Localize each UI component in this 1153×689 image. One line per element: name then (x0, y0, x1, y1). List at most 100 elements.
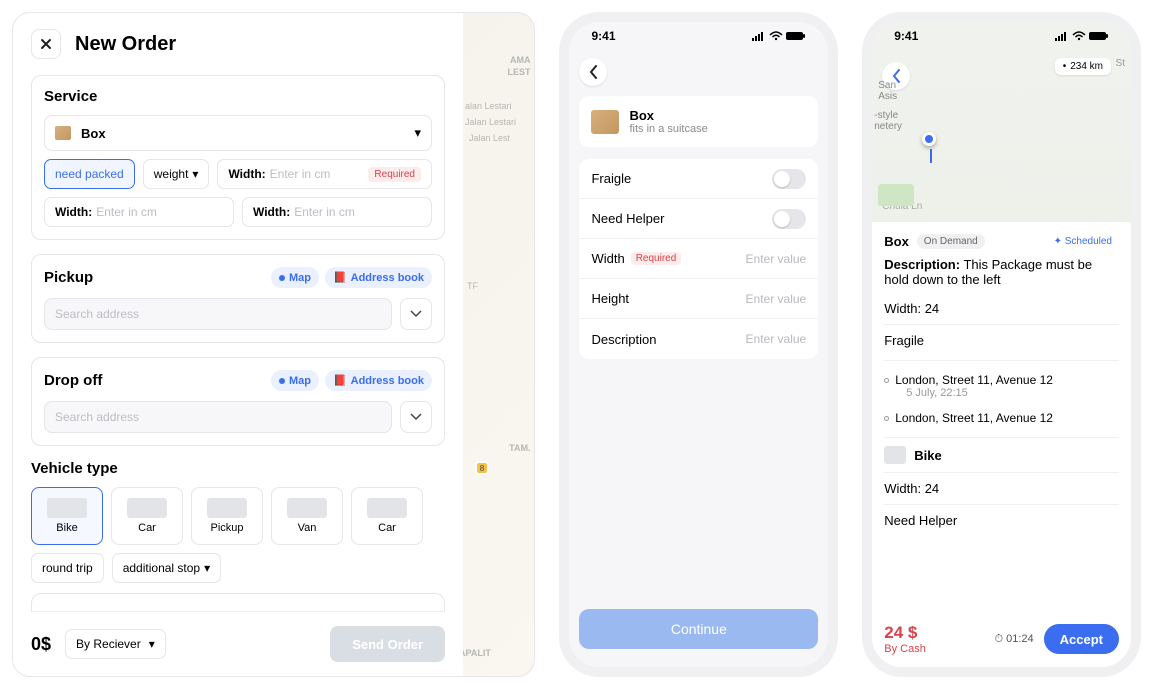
dropoff-expand-button[interactable] (400, 401, 432, 433)
phone-order-detail: 9:41 • 234 km St San Asis -style netery … (862, 12, 1141, 677)
order-form: New Order Service Box ▾ need packed weig… (13, 13, 463, 676)
dropoff-search-input[interactable]: Search address (44, 401, 392, 433)
box-subtitle: fits in a suitcase (629, 123, 707, 135)
chevron-down-icon: ▾ (204, 561, 210, 575)
vehicle-car-2[interactable]: Car (351, 487, 423, 545)
status-bar: 9:41 (569, 22, 828, 50)
vehicle-car[interactable]: Car (111, 487, 183, 545)
distance-badge: • 234 km (1055, 58, 1111, 75)
pickup-heading: Pickup (44, 269, 93, 286)
signal-icon (752, 31, 766, 41)
pickup-search-input[interactable]: Search address (44, 298, 392, 330)
stopwatch-icon: ⏱ (995, 633, 1004, 646)
accept-button[interactable]: Accept (1044, 624, 1119, 654)
status-icons (752, 31, 806, 41)
width-row[interactable]: Width Required Enter value (579, 239, 818, 279)
payment-method: By Cash (884, 643, 926, 655)
payer-select[interactable]: By Reciever ▾ (65, 629, 166, 659)
wifi-icon (1072, 31, 1086, 41)
on-demand-tag: On Demand (917, 234, 985, 249)
description-row[interactable]: Description Enter value (579, 319, 818, 359)
vehicle-width-line: Width: 24 (884, 473, 1119, 505)
chevron-left-icon (589, 65, 598, 79)
map-label: -style netery (874, 110, 902, 132)
need-packed-chip[interactable]: need packed (44, 159, 135, 189)
new-order-panel: New Order Service Box ▾ need packed weig… (12, 12, 535, 677)
total-price: 0$ (31, 634, 51, 655)
vehicle-van[interactable]: Van (271, 487, 343, 545)
chevron-down-icon: ▾ (192, 167, 198, 181)
pickup-address-book-button[interactable]: 📕Address book (325, 267, 432, 288)
pickup-card: Pickup Map 📕Address book Search address (31, 254, 445, 343)
van-icon (287, 498, 327, 518)
dropoff-address: London, Street 11, Avenue 12 (884, 405, 1119, 431)
status-icons (1055, 31, 1109, 41)
fragile-toggle[interactable] (772, 169, 806, 189)
weight-chip[interactable]: weight ▾ (143, 159, 210, 189)
order-footer: 24 $ By Cash ⏱01:24 Accept (884, 613, 1119, 655)
box-options-list: Fraigle Need Helper Width Required Enter… (579, 159, 818, 359)
pickup-address: London, Street 11, Avenue 12 5 July, 22:… (884, 367, 1119, 405)
status-time: 9:41 (894, 29, 918, 43)
box-label: Box (884, 234, 909, 249)
map-pin-icon (922, 132, 936, 146)
battery-icon (1089, 31, 1109, 41)
helper-row: Need Helper (579, 199, 818, 239)
required-badge: Required (368, 167, 421, 182)
book-icon: 📕 (333, 271, 347, 284)
bike-icon (884, 446, 906, 464)
vehicle-bike[interactable]: Bike (31, 487, 103, 545)
vehicle-heading: Vehicle type (31, 460, 445, 477)
phone-box-form: 9:41 Box fits in a suitcase Fraigle (559, 12, 838, 677)
continue-button[interactable]: Continue (579, 609, 818, 649)
page-title: New Order (75, 33, 176, 56)
status-time: 9:41 (591, 29, 615, 43)
dropoff-address-book-button[interactable]: 📕Address book (325, 370, 432, 391)
width-input-3[interactable]: Width: Enter in cm (242, 197, 432, 227)
map-label: San Asis (878, 80, 897, 102)
service-value: Box (81, 126, 106, 141)
map-pin-icon (279, 378, 285, 384)
fragile-row: Fraigle (579, 159, 818, 199)
box-icon (591, 110, 619, 134)
additional-stop-chip[interactable]: additional stop ▾ (112, 553, 221, 583)
dropoff-card: Drop off Map 📕Address book Search addres… (31, 357, 445, 446)
fragile-line: Fragile (884, 325, 1119, 356)
width-line: Width: 24 (884, 293, 1119, 325)
close-icon (40, 38, 52, 50)
width-input-1[interactable]: Width: Enter in cm Required (217, 159, 432, 189)
vehicle-pickup[interactable]: Pickup (191, 487, 263, 545)
box-icon (55, 126, 71, 140)
service-select[interactable]: Box ▾ (44, 115, 432, 151)
service-card: Service Box ▾ need packed weight ▾ Width… (31, 75, 445, 240)
destination-dot-icon (884, 416, 889, 421)
book-icon: 📕 (333, 374, 347, 387)
send-order-button[interactable]: Send Order (330, 626, 445, 662)
status-bar: 9:41 (872, 22, 1131, 50)
pickup-map-button[interactable]: Map (271, 267, 319, 288)
description-line: Description: This Package must be hold d… (884, 257, 1119, 287)
pickup-truck-icon (207, 498, 247, 518)
vehicle-section: Vehicle type Bike Car Pickup Van Car rou… (31, 460, 445, 583)
required-badge: Required (631, 252, 682, 265)
helper-toggle[interactable] (772, 209, 806, 229)
round-trip-chip[interactable]: round trip (31, 553, 104, 583)
map-area[interactable]: • 234 km St San Asis -style netery Chula… (872, 22, 1131, 222)
width-input-2[interactable]: Width: Enter in cm (44, 197, 234, 227)
close-button[interactable] (31, 29, 61, 59)
map-label: St (1116, 58, 1125, 69)
car-icon (127, 498, 167, 518)
box-info-card: Box fits in a suitcase (579, 96, 818, 147)
pickup-expand-button[interactable] (400, 298, 432, 330)
back-button[interactable] (579, 58, 607, 86)
wifi-icon (769, 31, 783, 41)
countdown-timer: ⏱01:24 (995, 633, 1034, 646)
map-pin-icon (279, 275, 285, 281)
map-area[interactable]: AMA LEST alan Lestari Jalan Lestari Jala… (463, 13, 534, 676)
dropoff-map-button[interactable]: Map (271, 370, 319, 391)
car-icon (367, 498, 407, 518)
dropoff-heading: Drop off (44, 372, 102, 389)
signal-icon (1055, 31, 1069, 41)
height-row[interactable]: Height Enter value (579, 279, 818, 319)
battery-icon (786, 31, 806, 41)
